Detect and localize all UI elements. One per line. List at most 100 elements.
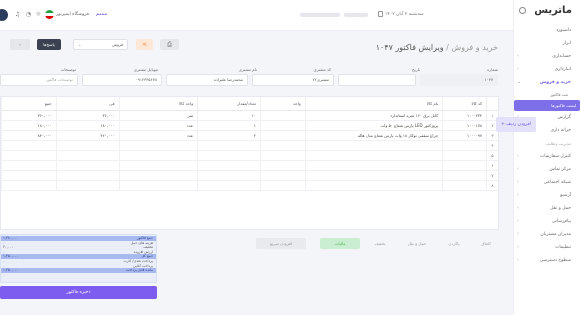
table-cell[interactable]: [55, 171, 119, 180]
table-cell[interactable]: [1, 141, 56, 150]
table-cell[interactable]: عدد: [118, 121, 198, 130]
table-cell[interactable]: [1, 171, 56, 180]
table-cell[interactable]: [442, 181, 486, 190]
clear-button[interactable]: پاکردن: [439, 238, 469, 249]
sidebar-item[interactable]: ثبت فاکتور: [517, 89, 568, 100]
table-row[interactable]: ۱ ۱۰۰۰۲۳۴ کابل برق ۱۶۰ نمره استاندارد ۱۰ متر…: [1, 111, 498, 121]
table-cell[interactable]: [197, 161, 260, 170]
date-field[interactable]: [338, 74, 416, 86]
sidebar-item[interactable]: انبارداری ‹: [514, 63, 571, 76]
table-cell[interactable]: ۸۴۰,۰۰۰: [1, 131, 56, 140]
table-row[interactable]: ۳ ۱۰۰۰۰۹۷ چراغ سقفی توکار ۱۸ وات پارس شعاع…: [1, 131, 498, 141]
quick-add-button[interactable]: افزودن سریع: [256, 238, 306, 249]
table-cell[interactable]: متر: [118, 111, 198, 120]
clock-icon[interactable]: ◔: [25, 11, 32, 18]
table-cell[interactable]: ۱۰۰۰۱۷۸: [442, 121, 486, 130]
sidebar-item[interactable]: تنظیمات ‹: [514, 241, 571, 254]
table-cell[interactable]: پروژکتور LED پارس شعاع ۵۰ وات: [304, 121, 442, 130]
table-cell[interactable]: [118, 181, 198, 190]
sidebar-item[interactable]: مدیران مشتریان ‹: [514, 228, 571, 241]
sidebar-item[interactable]: داشبورد: [514, 24, 571, 37]
table-cell[interactable]: [304, 171, 442, 180]
table-cell[interactable]: [259, 111, 305, 120]
tax-button[interactable]: مالیات: [320, 238, 360, 249]
notes-field[interactable]: توضیحات فاکتور: [0, 74, 78, 86]
table-cell[interactable]: [304, 151, 442, 160]
table-cell[interactable]: ۳۶۰,۰۰۰: [1, 111, 56, 120]
save-invoice-button[interactable]: ذخیره فاکتور: [0, 286, 157, 299]
bell-icon[interactable]: ♫: [14, 11, 21, 18]
table-cell[interactable]: ۱۰۰۰۲۳۴: [442, 111, 486, 120]
share-button[interactable]: ⋖: [136, 39, 153, 50]
store-name[interactable]: فروشگاه ایمپرتور: [56, 12, 89, 17]
table-cell[interactable]: ۱۰۰۰۰۹۷: [442, 131, 486, 140]
table-cell[interactable]: [259, 161, 305, 170]
table-cell[interactable]: [442, 141, 486, 150]
table-cell[interactable]: ۱۸۰,۰۰۰: [1, 121, 56, 130]
table-cell[interactable]: [55, 181, 119, 190]
discount-button[interactable]: تخفیف: [365, 238, 395, 249]
table-cell[interactable]: ۳۶,۰۰۰: [55, 111, 119, 120]
shipping-button[interactable]: حمل و نقل: [400, 238, 434, 249]
add-row-button[interactable]: + افزودن ردیف: [496, 117, 536, 132]
table-row[interactable]: ۷: [1, 171, 498, 181]
sidebar-item[interactable]: مرکز تماس ‹: [514, 163, 571, 176]
table-row[interactable]: ۸: [1, 181, 498, 191]
table-cell[interactable]: ۱۸۰,۰۰۰: [55, 121, 119, 130]
table-cell[interactable]: [259, 181, 305, 190]
sidebar-item[interactable]: سطوح دسترسی ‹: [514, 254, 571, 267]
table-cell[interactable]: [118, 161, 198, 170]
table-row[interactable]: ۵: [1, 151, 498, 161]
table-cell[interactable]: چراغ سقفی توکار ۱۸ وات پارس شعاع مدل هال…: [304, 131, 442, 140]
table-cell[interactable]: [259, 171, 305, 180]
table-cell[interactable]: [259, 151, 305, 160]
sidebar-item[interactable]: حسابداری ‹: [514, 50, 571, 63]
table-cell[interactable]: عدد: [118, 131, 198, 140]
table-cell[interactable]: [55, 151, 119, 160]
flag-icon[interactable]: [45, 10, 54, 19]
table-cell[interactable]: [118, 141, 198, 150]
print-button[interactable]: ⎙: [160, 39, 179, 50]
table-cell[interactable]: [55, 141, 119, 150]
customer-name-field[interactable]: محمدرضا علیزاده: [166, 74, 248, 86]
table-cell[interactable]: [442, 151, 486, 160]
invoice-type-select[interactable]: ⌄ فروش: [73, 39, 128, 50]
sun-icon[interactable]: ☼: [35, 11, 42, 18]
table-cell[interactable]: [197, 181, 260, 190]
table-cell[interactable]: [1, 181, 56, 190]
sidebar-item[interactable]: خرید و فروش ⌄: [514, 76, 571, 89]
sidebar-item[interactable]: پیام‌رسانی ‹: [514, 215, 571, 228]
table-cell[interactable]: [118, 151, 198, 160]
sidebar-item[interactable]: حمل و نقل ‹: [514, 202, 571, 215]
table-row[interactable]: ۲ ۱۰۰۰۱۷۸ پروژکتور LED پارس شعاع ۵۰ وات ۱ عد…: [1, 121, 498, 131]
table-cell[interactable]: [442, 171, 486, 180]
breadcrumb-root[interactable]: خرید و فروش: [451, 43, 498, 52]
table-cell[interactable]: [304, 161, 442, 170]
sidebar-item[interactable]: لیست فاکتورها: [514, 100, 580, 111]
back-button[interactable]: ‹: [10, 39, 30, 50]
customer-code-field[interactable]: مشتری۲۲: [252, 74, 334, 86]
submit-button[interactable]: پاسخ‌ها: [37, 39, 61, 50]
table-row[interactable]: ۴: [1, 141, 498, 151]
table-cell[interactable]: [197, 151, 260, 160]
avatar[interactable]: [0, 9, 8, 21]
table-cell[interactable]: ۱۰: [197, 111, 260, 120]
table-cell[interactable]: کابل برق ۱۶۰ نمره استاندارد: [304, 111, 442, 120]
table-cell[interactable]: [1, 161, 56, 170]
attach-button[interactable]: الحاق: [474, 238, 498, 249]
table-cell[interactable]: [197, 171, 260, 180]
table-cell[interactable]: [304, 141, 442, 150]
pin-icon[interactable]: [519, 7, 526, 14]
table-row[interactable]: ۶: [1, 161, 498, 171]
customer-phone-field[interactable]: ۰۹۱۲۳۴۵۶۷۸: [82, 74, 162, 86]
table-cell[interactable]: [442, 161, 486, 170]
table-cell[interactable]: ۴۲۰,۰۰۰: [55, 131, 119, 140]
serial-field[interactable]: ۱۰۴۷: [420, 74, 498, 86]
sidebar-item[interactable]: ابزار: [514, 37, 571, 50]
table-cell[interactable]: [259, 121, 305, 130]
sidebar-item[interactable]: شبکه اجتماعی ‹: [514, 176, 571, 189]
table-cell[interactable]: [259, 141, 305, 150]
table-cell[interactable]: ۲: [197, 131, 260, 140]
sidebar-item[interactable]: آرشیو ‹: [514, 189, 571, 202]
table-cell[interactable]: [118, 171, 198, 180]
